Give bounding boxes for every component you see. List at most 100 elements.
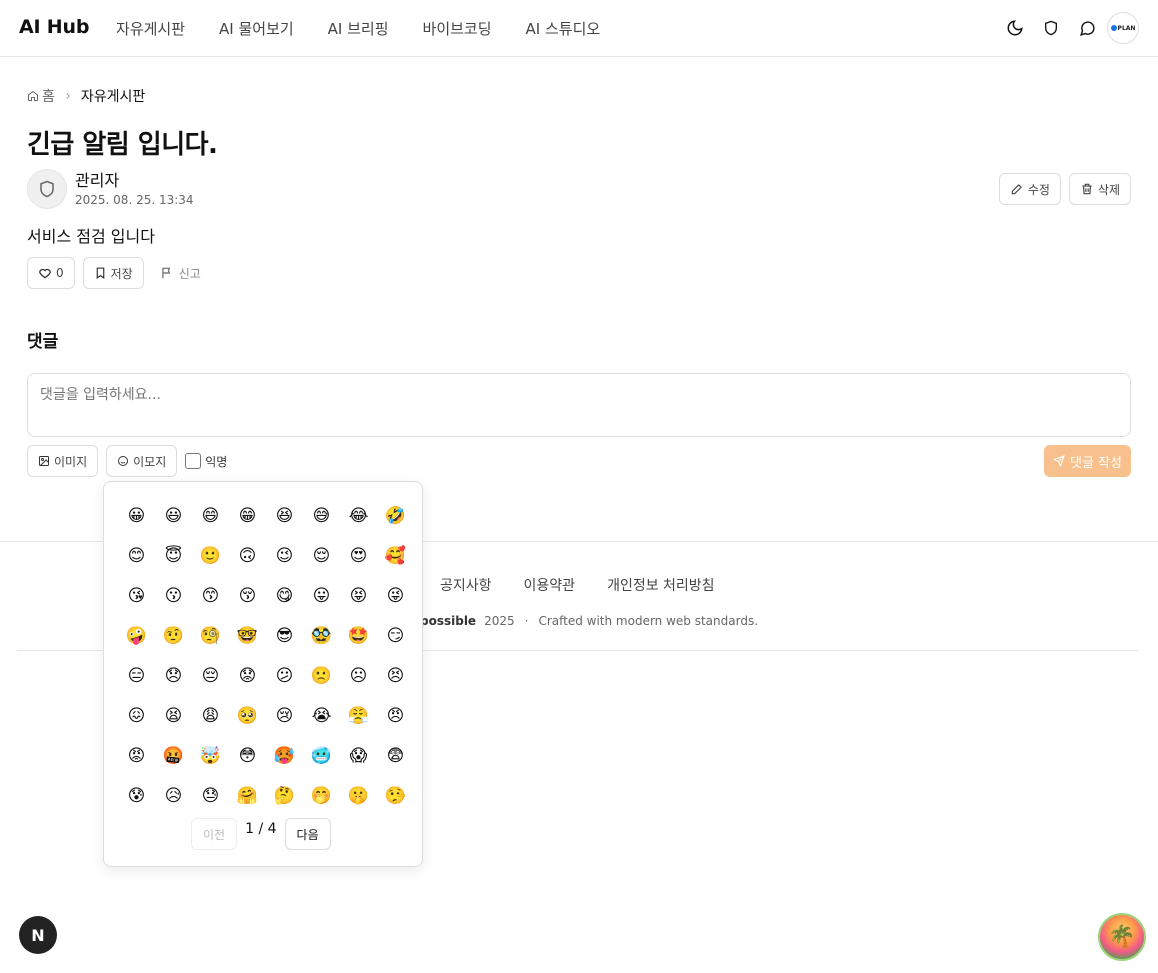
emoji-item[interactable]: 😘 xyxy=(118,576,155,616)
emoji-item[interactable]: 😱 xyxy=(340,736,377,776)
emoji-prev-button[interactable]: 이전 xyxy=(191,818,238,850)
emoji-item[interactable]: 🥵 xyxy=(266,736,303,776)
footer-brand: possible xyxy=(420,614,477,628)
nav-item-ai-ask[interactable]: AI 물어보기 xyxy=(219,18,294,39)
chat-assistant-button[interactable]: 🌴 xyxy=(1098,913,1146,961)
emoji-item[interactable]: 😎 xyxy=(266,616,303,656)
emoji-item[interactable]: 😠 xyxy=(377,696,414,736)
emoji-item[interactable]: 😳 xyxy=(229,736,266,776)
emoji-item[interactable]: ☹ xyxy=(340,656,377,696)
emoji-item[interactable]: 😡 xyxy=(118,736,155,776)
emoji-item[interactable]: 🤩 xyxy=(340,616,377,656)
footer-link-notice[interactable]: 공지사항 xyxy=(440,575,492,595)
app-logo[interactable]: AI Hub xyxy=(19,16,89,38)
emoji-item[interactable]: 😗 xyxy=(155,576,192,616)
nav-item-ai-briefing[interactable]: AI 브리핑 xyxy=(328,18,389,39)
emoji-item[interactable]: 🤓 xyxy=(229,616,266,656)
shield-icon[interactable] xyxy=(1035,12,1067,44)
emoji-item[interactable]: 😓 xyxy=(192,776,229,816)
emoji-item[interactable]: 😆 xyxy=(266,496,303,536)
nav-item-free-board[interactable]: 자유게시판 xyxy=(116,18,185,39)
pencil-icon xyxy=(1011,184,1022,195)
emoji-item[interactable]: 😋 xyxy=(266,576,303,616)
comments-title: 댓글 xyxy=(27,332,59,352)
image-button[interactable]: 이미지 xyxy=(27,445,99,477)
delete-label: 삭제 xyxy=(1097,182,1120,197)
breadcrumb-home[interactable]: 홈 xyxy=(27,86,55,106)
emoji-item[interactable]: 😢 xyxy=(266,696,303,736)
emoji-item[interactable]: 😉 xyxy=(266,536,303,576)
emoji-item[interactable]: 😤 xyxy=(340,696,377,736)
emoji-item[interactable]: 😄 xyxy=(192,496,229,536)
emoji-item[interactable]: 😏 xyxy=(377,616,414,656)
emoji-next-button[interactable]: 다음 xyxy=(284,818,331,850)
moon-icon[interactable] xyxy=(999,12,1031,44)
user-avatar[interactable]: PLAN xyxy=(1107,12,1139,44)
emoji-item[interactable]: 🤗 xyxy=(229,776,266,816)
emoji-item[interactable]: 🥶 xyxy=(303,736,340,776)
nav-item-vibe-coding[interactable]: 바이브코딩 xyxy=(423,18,492,39)
image-label: 이미지 xyxy=(54,454,88,469)
emoji-item[interactable]: 🤣 xyxy=(377,496,414,536)
emoji-item[interactable]: 😞 xyxy=(155,656,192,696)
emoji-item[interactable]: 🤔 xyxy=(266,776,303,816)
anonymous-toggle[interactable]: 익명 xyxy=(185,453,227,470)
emoji-item[interactable]: 😟 xyxy=(229,656,266,696)
emoji-item[interactable]: 😁 xyxy=(229,496,266,536)
emoji-item[interactable]: 🧐 xyxy=(192,616,229,656)
emoji-item[interactable]: 🤫 xyxy=(340,776,377,816)
emoji-item[interactable]: 🤨 xyxy=(155,616,192,656)
emoji-item[interactable]: 😫 xyxy=(155,696,192,736)
chat-icon[interactable] xyxy=(1071,12,1103,44)
emoji-item[interactable]: 🙂 xyxy=(192,536,229,576)
emoji-item[interactable]: 🤬 xyxy=(155,736,192,776)
footer-link-terms[interactable]: 이용약관 xyxy=(524,575,576,595)
emoji-item[interactable]: 😃 xyxy=(155,496,192,536)
emoji-item[interactable]: 😖 xyxy=(118,696,155,736)
emoji-item[interactable]: 😭 xyxy=(303,696,340,736)
emoji-item[interactable]: 😇 xyxy=(155,536,192,576)
emoji-item[interactable]: 🥺 xyxy=(229,696,266,736)
emoji-button[interactable]: 이모지 xyxy=(106,445,178,477)
emoji-item[interactable]: 😚 xyxy=(229,576,266,616)
emoji-item[interactable]: 🙁 xyxy=(303,656,340,696)
emoji-item[interactable]: 😅 xyxy=(303,496,340,536)
bookmark-button[interactable]: 저장 xyxy=(82,257,144,289)
nav-item-ai-studio[interactable]: AI 스튜디오 xyxy=(526,18,601,39)
emoji-item[interactable]: 🤯 xyxy=(192,736,229,776)
emoji-item[interactable]: 😕 xyxy=(266,656,303,696)
emoji-item[interactable]: 😌 xyxy=(303,536,340,576)
anonymous-checkbox[interactable] xyxy=(185,453,202,469)
emoji-item[interactable]: 😝 xyxy=(340,576,377,616)
emoji-item[interactable]: 🥸 xyxy=(303,616,340,656)
comment-input[interactable] xyxy=(27,373,1131,437)
emoji-item[interactable]: 😑 xyxy=(118,656,155,696)
footer-link-privacy[interactable]: 개인정보 처리방침 xyxy=(607,575,715,595)
emoji-item[interactable]: 🤪 xyxy=(118,616,155,656)
emoji-item[interactable]: 🙃 xyxy=(229,536,266,576)
emoji-item[interactable]: 🤭 xyxy=(303,776,340,816)
emoji-item[interactable]: 😨 xyxy=(377,736,414,776)
emoji-item[interactable]: 🥰 xyxy=(377,536,414,576)
emoji-item[interactable]: 😔 xyxy=(192,656,229,696)
like-button[interactable]: 0 xyxy=(27,257,75,289)
emoji-item[interactable]: 😜 xyxy=(377,576,414,616)
delete-button[interactable]: 삭제 xyxy=(1068,173,1131,205)
emoji-item[interactable]: 😙 xyxy=(192,576,229,616)
emoji-item[interactable]: 😀 xyxy=(118,496,155,536)
emoji-item[interactable]: 😰 xyxy=(118,776,155,816)
nextjs-dev-badge[interactable]: N xyxy=(19,916,57,954)
submit-comment-button[interactable]: 댓글 작성 xyxy=(1044,445,1131,477)
emoji-item[interactable]: 🤥 xyxy=(377,776,414,816)
emoji-item[interactable]: 😩 xyxy=(192,696,229,736)
edit-button[interactable]: 수정 xyxy=(998,173,1061,205)
emoji-item[interactable]: 😣 xyxy=(377,656,414,696)
emoji-item[interactable]: 😂 xyxy=(340,496,377,536)
report-button[interactable]: 신고 xyxy=(160,265,201,282)
emoji-item[interactable]: 😥 xyxy=(155,776,192,816)
emoji-item[interactable]: 😛 xyxy=(303,576,340,616)
emoji-item[interactable]: 😍 xyxy=(340,536,377,576)
comment-tools: 이미지 이모지 익명 xyxy=(27,445,227,477)
emoji-item[interactable]: 😊 xyxy=(118,536,155,576)
home-icon xyxy=(28,90,38,101)
